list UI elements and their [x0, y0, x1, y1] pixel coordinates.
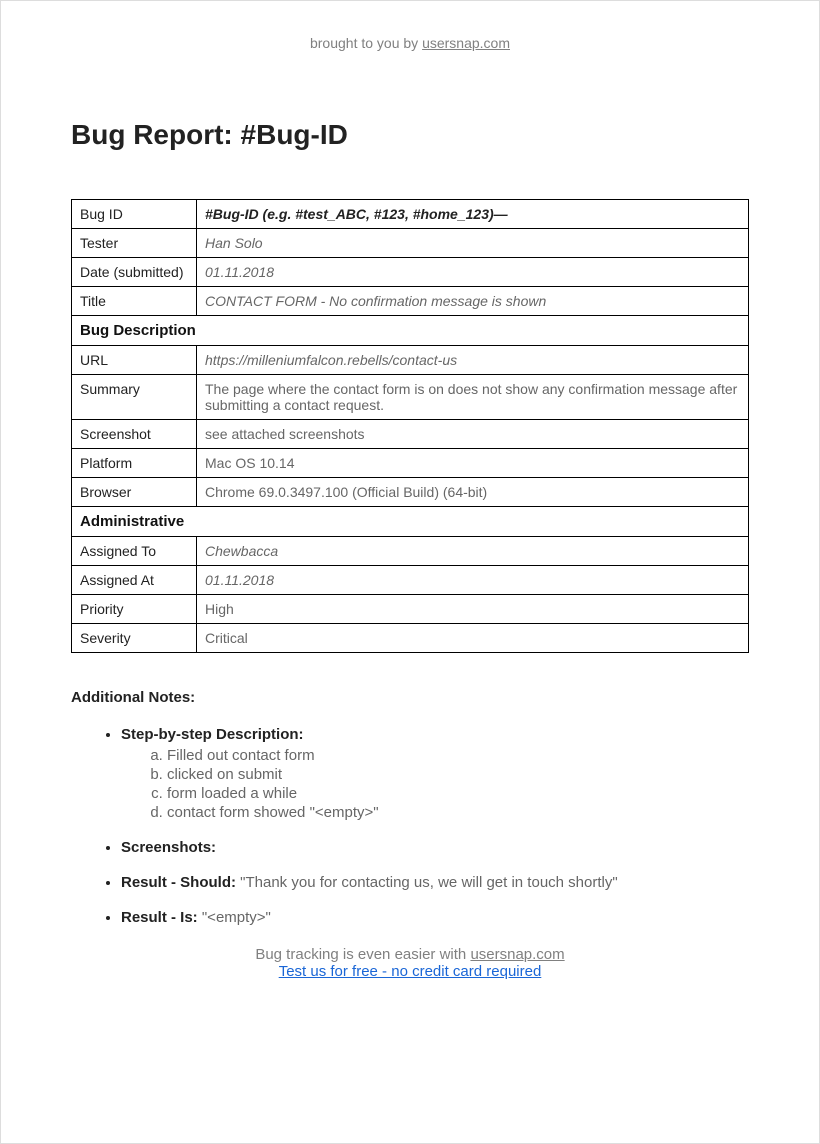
field-label: Assigned To	[72, 537, 197, 566]
result-should-value: "Thank you for contacting us, we will ge…	[240, 874, 618, 891]
field-label: Title	[72, 287, 197, 316]
field-label: Date (submitted)	[72, 258, 197, 287]
notes-screenshots: Screenshots:	[121, 839, 749, 856]
field-value: Han Solo	[197, 229, 749, 258]
notes-step-by-step: Step-by-step Description: Filled out con…	[121, 726, 749, 821]
field-label: Bug ID	[72, 200, 197, 229]
field-label: Summary	[72, 375, 197, 420]
table-row: Assigned ToChewbacca	[72, 537, 749, 566]
footer-line-2: Test us for free - no credit card requir…	[71, 963, 749, 980]
result-is-value: "<empty>"	[202, 909, 271, 926]
field-label: Screenshot	[72, 420, 197, 449]
field-label: Browser	[72, 478, 197, 507]
credit-prefix: brought to you by	[310, 35, 422, 51]
table-row: PriorityHigh	[72, 595, 749, 624]
field-label: Severity	[72, 624, 197, 653]
field-value: Critical	[197, 624, 749, 653]
step-item: Filled out contact form	[167, 747, 749, 764]
field-label: Priority	[72, 595, 197, 624]
additional-notes: Additional Notes: Step-by-step Descripti…	[71, 689, 749, 926]
table-row: URLhttps://milleniumfalcon.rebells/conta…	[72, 346, 749, 375]
field-value: https://milleniumfalcon.rebells/contact-…	[197, 346, 749, 375]
footer-line-1: Bug tracking is even easier with usersna…	[71, 946, 749, 963]
field-value: Chrome 69.0.3497.100 (Official Build) (6…	[197, 478, 749, 507]
table-row: PlatformMac OS 10.14	[72, 449, 749, 478]
step-item: clicked on submit	[167, 766, 749, 783]
steps-list: Filled out contact form clicked on submit…	[121, 747, 749, 821]
notes-list: Step-by-step Description: Filled out con…	[71, 726, 749, 926]
notes-result-is: Result - Is: "<empty>"	[121, 909, 749, 926]
document-page: brought to you by usersnap.com Bug Repor…	[0, 0, 820, 1144]
field-label: Platform	[72, 449, 197, 478]
notes-title: Additional Notes:	[71, 689, 749, 706]
field-value: Chewbacca	[197, 537, 749, 566]
footer-prefix: Bug tracking is even easier with	[255, 946, 470, 963]
bug-report-table: Bug ID#Bug-ID (e.g. #test_ABC, #123, #ho…	[71, 199, 749, 653]
step-label: Step-by-step Description:	[121, 726, 304, 743]
step-item: contact form showed "<empty>"	[167, 804, 749, 821]
top-credit: brought to you by usersnap.com	[71, 35, 749, 51]
table-row: Assigned At01.11.2018	[72, 566, 749, 595]
table-row: Screenshotsee attached screenshots	[72, 420, 749, 449]
table-row: Bug ID#Bug-ID (e.g. #test_ABC, #123, #ho…	[72, 200, 749, 229]
footer: Bug tracking is even easier with usersna…	[71, 946, 749, 980]
table-row: BrowserChrome 69.0.3497.100 (Official Bu…	[72, 478, 749, 507]
screenshots-label: Screenshots:	[121, 839, 216, 856]
table-row: TesterHan Solo	[72, 229, 749, 258]
field-label: Assigned At	[72, 566, 197, 595]
credit-link[interactable]: usersnap.com	[422, 35, 510, 51]
field-value: CONTACT FORM - No confirmation message i…	[197, 287, 749, 316]
table-row: Date (submitted)01.11.2018	[72, 258, 749, 287]
table-row: SummaryThe page where the contact form i…	[72, 375, 749, 420]
field-label: URL	[72, 346, 197, 375]
section-administrative: Administrative	[72, 507, 749, 537]
page-title: Bug Report: #Bug-ID	[71, 119, 749, 151]
result-should-label: Result - Should:	[121, 874, 240, 891]
result-is-label: Result - Is:	[121, 909, 202, 926]
field-value: 01.11.2018	[197, 566, 749, 595]
section-header: Bug Description	[72, 316, 749, 346]
field-value: The page where the contact form is on do…	[197, 375, 749, 420]
field-value: #Bug-ID (e.g. #test_ABC, #123, #home_123…	[197, 200, 749, 229]
footer-link-1[interactable]: usersnap.com	[470, 946, 564, 963]
step-item: form loaded a while	[167, 785, 749, 802]
field-value: see attached screenshots	[197, 420, 749, 449]
section-header: Administrative	[72, 507, 749, 537]
footer-link-2[interactable]: Test us for free - no credit card requir…	[279, 963, 542, 980]
notes-result-should: Result - Should: "Thank you for contacti…	[121, 874, 749, 891]
field-value: 01.11.2018	[197, 258, 749, 287]
field-label: Tester	[72, 229, 197, 258]
section-bug-description: Bug Description	[72, 316, 749, 346]
field-value: Mac OS 10.14	[197, 449, 749, 478]
table-row: TitleCONTACT FORM - No confirmation mess…	[72, 287, 749, 316]
table-row: SeverityCritical	[72, 624, 749, 653]
field-value: High	[197, 595, 749, 624]
